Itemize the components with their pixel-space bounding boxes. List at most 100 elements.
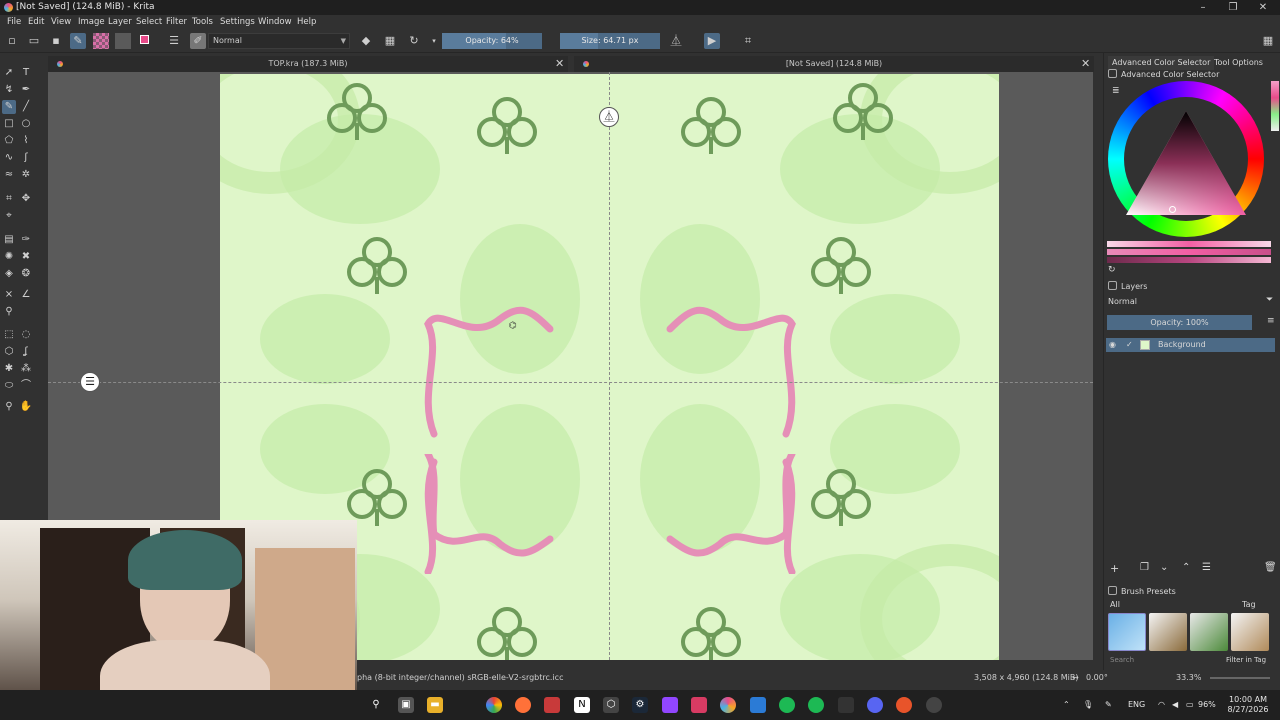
layer-opacity-slider[interactable]: Opacity: 100% xyxy=(1107,315,1252,330)
gradient-icon[interactable] xyxy=(115,33,131,49)
layers-blend-mode[interactable]: Normal xyxy=(1108,297,1137,306)
size-slider[interactable]: Size: 64.71 px xyxy=(560,33,660,49)
shade-selector-strip[interactable] xyxy=(1107,257,1271,263)
lasso-select-icon[interactable]: ʆ xyxy=(19,345,33,359)
crop-tool-icon[interactable]: ⌗ xyxy=(2,192,16,206)
menu-tools[interactable]: Tools xyxy=(192,15,213,29)
line-tool-icon[interactable]: ╱ xyxy=(19,100,33,114)
opacity-slider[interactable]: Opacity: 64% xyxy=(442,33,542,49)
move-tool-icon[interactable]: ✥ xyxy=(19,192,33,206)
battery-icon[interactable]: ▭ xyxy=(1186,690,1194,720)
firefox-icon[interactable] xyxy=(515,697,531,713)
move-layer-up-icon[interactable]: ⌃ xyxy=(1182,562,1190,573)
menu-image[interactable]: Image xyxy=(78,15,105,29)
notion-icon[interactable]: N xyxy=(574,697,590,713)
workspace-icon[interactable]: ▦ xyxy=(1260,33,1276,49)
new-document-icon[interactable]: ▫ xyxy=(4,33,20,49)
pen-icon[interactable]: ✎ xyxy=(1105,690,1112,720)
layers-menu-icon[interactable]: ≡ xyxy=(1267,316,1275,326)
steam-icon[interactable]: ⚙ xyxy=(632,697,648,713)
shade-selector-strip[interactable] xyxy=(1107,249,1271,255)
smart-patch-icon[interactable]: ✖ xyxy=(19,250,33,264)
zoom-slider[interactable] xyxy=(1210,677,1270,679)
close-window-button[interactable]: ✕ xyxy=(1248,0,1278,15)
twitch-icon[interactable] xyxy=(662,697,678,713)
color-picker-handle[interactable] xyxy=(1169,206,1176,213)
brush-search-input[interactable]: Search xyxy=(1110,656,1134,664)
mirror-horizontal-icon[interactable]: ⏅ xyxy=(668,33,684,49)
brush-preset-icon[interactable]: ✐ xyxy=(190,33,206,49)
app-icon[interactable] xyxy=(838,697,854,713)
similar-select-icon[interactable]: ⁂ xyxy=(19,362,33,376)
checkbox-icon[interactable]: ✓ xyxy=(1126,338,1133,352)
gradient-tool-icon[interactable]: ▤ xyxy=(2,233,16,247)
freehand-path-icon[interactable]: ʃ xyxy=(19,151,33,165)
filter-in-tag-checkbox[interactable]: Filter in Tag xyxy=(1226,656,1266,664)
color-picker-icon[interactable]: ✑ xyxy=(19,233,33,247)
menu-edit[interactable]: Edit xyxy=(28,15,44,29)
menu-filter[interactable]: Filter xyxy=(166,15,187,29)
polygon-select-icon[interactable]: ⬡ xyxy=(2,345,16,359)
tag-select[interactable]: Tag xyxy=(1242,600,1256,609)
layer-properties-icon[interactable]: ☰ xyxy=(1202,562,1211,573)
app-icon[interactable] xyxy=(544,697,560,713)
measure-tool-icon[interactable]: ∠ xyxy=(19,288,33,302)
save-document-icon[interactable]: ▪ xyxy=(48,33,64,49)
app-icon[interactable] xyxy=(691,697,707,713)
move-layer-down-icon[interactable]: ⌄ xyxy=(1160,562,1168,573)
dynamic-brush-icon[interactable]: ≈ xyxy=(2,168,16,182)
rotation-icon[interactable]: ↔ xyxy=(1072,670,1079,686)
mirror-vertical-icon[interactable]: ▶ xyxy=(704,33,720,49)
rect-select-icon[interactable]: ⬚ xyxy=(2,328,16,342)
close-tab-icon[interactable]: ✕ xyxy=(555,56,564,72)
app-icon[interactable]: ⬡ xyxy=(603,697,619,713)
fg-bg-color-icon[interactable] xyxy=(138,33,154,49)
multibrush-icon[interactable]: ✲ xyxy=(19,168,33,182)
wifi-icon[interactable]: ◠ xyxy=(1158,690,1165,720)
document-tab-left[interactable]: TOP.kra (187.3 MiB) ✕ xyxy=(48,56,568,72)
polygon-tool-icon[interactable]: ⬠ xyxy=(2,134,16,148)
tab-advanced-color-selector[interactable]: Advanced Color Selector xyxy=(1108,56,1215,70)
select-shapes-icon[interactable]: ➚ xyxy=(2,66,16,80)
menu-view[interactable]: View xyxy=(51,15,71,29)
brush-preset-thumb[interactable] xyxy=(1149,613,1187,651)
color-hue-ring[interactable] xyxy=(1108,81,1264,237)
zoom-tool-icon[interactable]: ⚲ xyxy=(2,400,16,414)
fill-tool-icon[interactable]: ◈ xyxy=(2,267,16,281)
duplicate-layer-icon[interactable]: ❐ xyxy=(1140,562,1149,573)
color-history-strip[interactable] xyxy=(1271,81,1279,131)
edit-shapes-icon[interactable]: ↯ xyxy=(2,83,16,97)
refresh-icon[interactable]: ↻ xyxy=(1108,265,1116,275)
text-tool-icon[interactable]: T xyxy=(19,66,33,80)
rectangle-tool-icon[interactable]: □ xyxy=(2,117,16,131)
freehand-brush-icon[interactable]: ✎ xyxy=(2,100,16,114)
open-document-icon[interactable]: ▭ xyxy=(26,33,42,49)
file-explorer-icon[interactable]: ▬ xyxy=(427,697,443,713)
task-view-icon[interactable]: ▣ xyxy=(398,697,414,713)
system-clock[interactable]: 10:00 AM 8/27/2026 xyxy=(1218,695,1278,715)
ellipse-tool-icon[interactable]: ○ xyxy=(19,117,33,131)
calligraphy-icon[interactable]: ✒ xyxy=(19,83,33,97)
eye-icon[interactable]: ◉ xyxy=(1109,338,1116,352)
restore-button[interactable]: ❐ xyxy=(1218,0,1248,15)
app-icon[interactable] xyxy=(779,697,795,713)
bezier-tool-icon[interactable]: ∿ xyxy=(2,151,16,165)
contiguous-select-icon[interactable]: ✱ xyxy=(2,362,16,376)
tab-tool-options[interactable]: Tool Options xyxy=(1210,56,1267,70)
filter-icon[interactable]: ⏷ xyxy=(1266,295,1273,305)
spotify-icon[interactable] xyxy=(808,697,824,713)
layer-row-background[interactable]: ◉ ✓ Background xyxy=(1106,338,1275,352)
search-icon[interactable]: ⚲ xyxy=(368,697,384,713)
vscode-icon[interactable] xyxy=(750,697,766,713)
magnetic-select-icon[interactable]: ⌒ xyxy=(19,379,33,393)
brush-settings-icon[interactable]: ☰ xyxy=(166,33,182,49)
pattern-icon[interactable] xyxy=(93,33,109,49)
preserve-alpha-icon[interactable]: ▦ xyxy=(382,33,398,49)
language-indicator[interactable]: ENG xyxy=(1128,690,1145,720)
brush-filter-select[interactable]: All xyxy=(1110,600,1120,609)
discord-icon[interactable] xyxy=(867,697,883,713)
chrome-icon[interactable] xyxy=(486,697,502,713)
chevron-down-icon[interactable]: ▾ xyxy=(426,33,442,49)
menu-layer[interactable]: Layer xyxy=(108,15,132,29)
mirror-handle-horizontal-icon[interactable]: ☰ xyxy=(80,372,100,392)
